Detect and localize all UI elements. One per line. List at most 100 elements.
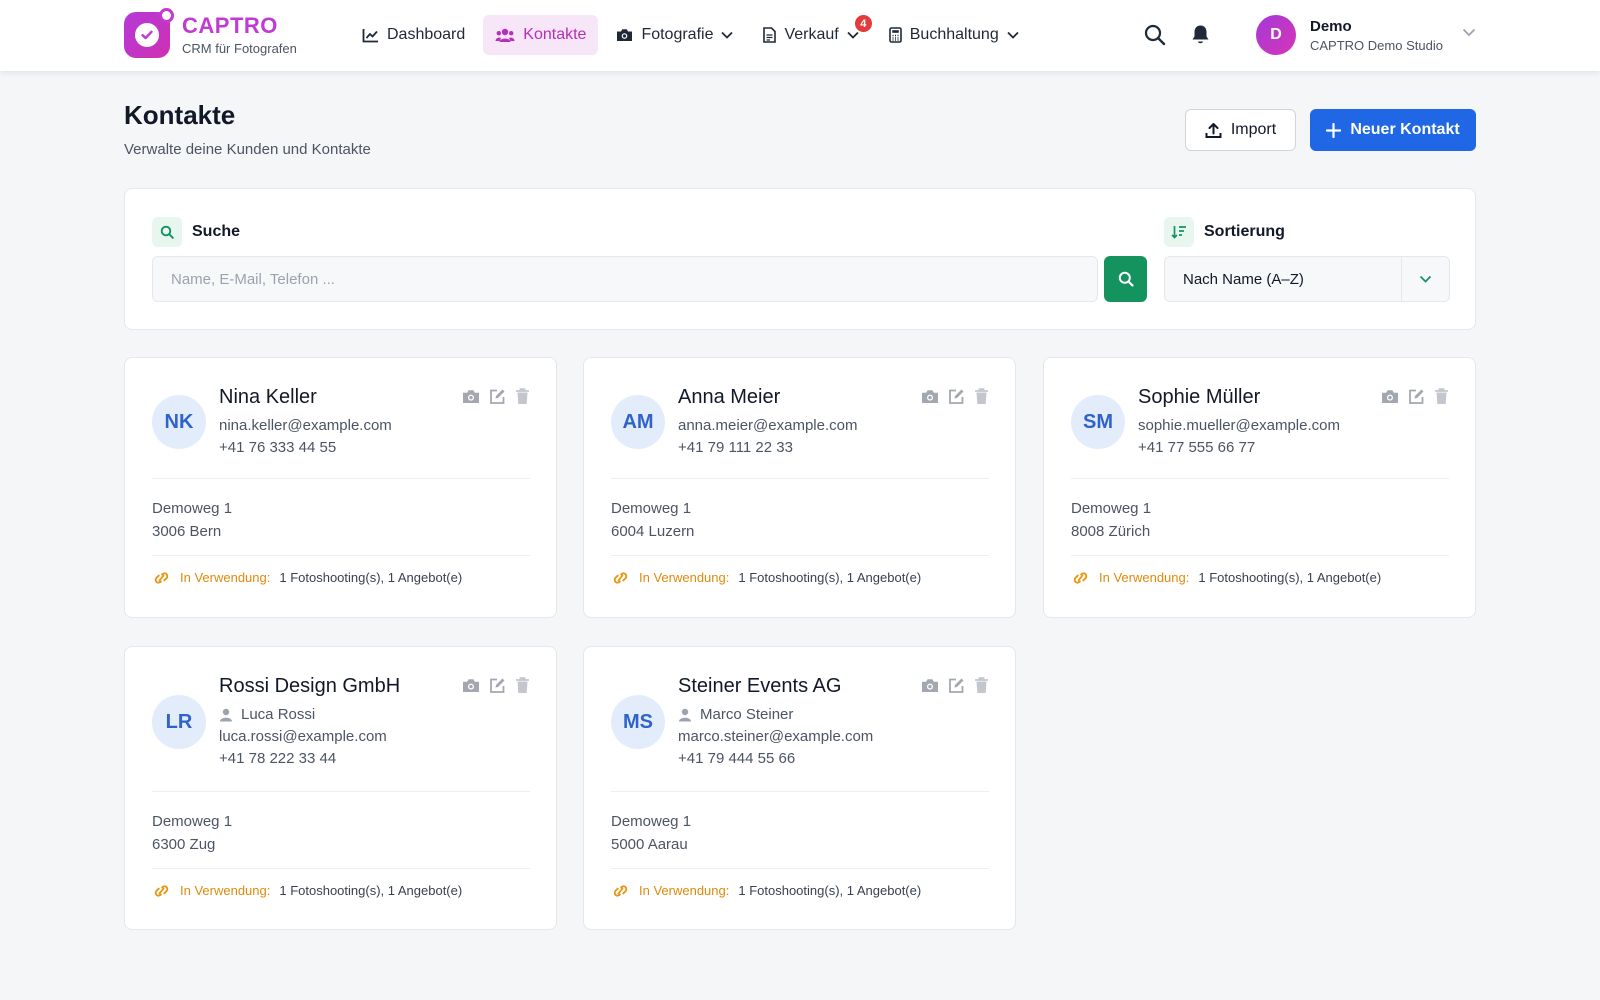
sort-select-value: Nach Name (A–Z): [1183, 270, 1304, 288]
chevron-down-icon[interactable]: [1462, 28, 1476, 37]
contact-card[interactable]: LR Rossi Design GmbH Luca Rossi luca.ros…: [124, 646, 557, 930]
sort-select[interactable]: Nach Name (A–Z): [1164, 256, 1450, 302]
contact-email[interactable]: anna.meier@example.com: [678, 417, 857, 434]
user-icon: [220, 708, 232, 721]
contact-phone[interactable]: +41 76 333 44 55: [219, 439, 336, 456]
plus-icon: [1326, 122, 1342, 138]
import-button[interactable]: Import: [1185, 109, 1296, 151]
search-label: Suche: [152, 217, 240, 247]
edit-icon[interactable]: [948, 388, 965, 405]
contact-avatar: NK: [152, 395, 206, 449]
nav-fotografie[interactable]: Fotografie: [604, 15, 745, 55]
edit-icon[interactable]: [489, 677, 506, 694]
page-title: Kontakte: [124, 100, 236, 130]
link-icon: [154, 884, 169, 897]
user-name: Demo: [1310, 17, 1352, 35]
nav-dashboard[interactable]: Dashboard: [350, 15, 477, 55]
divider: [1071, 478, 1449, 479]
contact-email[interactable]: sophie.mueller@example.com: [1138, 417, 1340, 434]
captro-logo-icon: [124, 8, 174, 58]
users-icon: [495, 28, 515, 42]
usage-details: 1 Fotoshooting(s), 1 Angebot(e): [1198, 570, 1382, 585]
camera-icon[interactable]: [462, 678, 480, 693]
contact-address: Demoweg 1 6004 Luzern: [611, 500, 695, 540]
nav-kontakte-label: Kontakte: [523, 26, 587, 43]
contact-person: Luca Rossi: [219, 706, 315, 723]
nav-buchhaltung[interactable]: Buchhaltung: [877, 15, 1031, 55]
contact-email[interactable]: luca.rossi@example.com: [219, 728, 387, 745]
contact-name[interactable]: Anna Meier: [678, 386, 780, 409]
new-contact-button[interactable]: Neuer Kontakt: [1310, 109, 1476, 151]
usage-info: In Verwendung: 1 Fotoshooting(s), 1 Ange…: [152, 570, 462, 585]
camera-icon[interactable]: [1381, 389, 1399, 404]
contact-name[interactable]: Rossi Design GmbH: [219, 675, 400, 698]
contact-card[interactable]: MS Steiner Events AG Marco Steiner marco…: [583, 646, 1016, 930]
contact-phone[interactable]: +41 78 222 33 44: [219, 750, 336, 767]
nav-buchhaltung-label: Buchhaltung: [909, 26, 999, 43]
camera-icon[interactable]: [921, 389, 939, 404]
contact-phone[interactable]: +41 79 111 22 33: [678, 439, 793, 456]
search-icon: [152, 217, 182, 247]
edit-icon[interactable]: [489, 388, 506, 405]
contact-name[interactable]: Steiner Events AG: [678, 675, 841, 698]
search-icon: [1118, 271, 1134, 287]
edit-icon[interactable]: [1408, 388, 1425, 405]
contact-email[interactable]: marco.steiner@example.com: [678, 728, 873, 745]
divider: [152, 478, 530, 479]
nav-kontakte[interactable]: Kontakte: [483, 15, 599, 55]
card-actions: [912, 677, 989, 694]
contact-card[interactable]: SM Sophie Müller sophie.mueller@example.…: [1043, 357, 1476, 618]
notification-count-badge: 4: [852, 13, 874, 34]
edit-icon[interactable]: [948, 677, 965, 694]
usage-details: 1 Fotoshooting(s), 1 Angebot(e): [738, 883, 922, 898]
trash-icon[interactable]: [1434, 388, 1449, 405]
usage-details: 1 Fotoshooting(s), 1 Angebot(e): [279, 570, 463, 585]
camera-icon[interactable]: [921, 678, 939, 693]
user-menu[interactable]: D Demo CAPTRO Demo Studio: [1256, 15, 1443, 55]
main-nav: Dashboard Kontakte Fotografie Verkauf 4 …: [350, 13, 1037, 55]
page-subtitle: Verwalte deine Kunden und Kontakte: [124, 141, 371, 158]
contact-name[interactable]: Nina Keller: [219, 386, 317, 409]
top-navigation-bar: CAPTRO CRM für Fotografen Dashboard Kont…: [0, 0, 1600, 71]
contact-avatar: MS: [611, 695, 665, 749]
camera-icon[interactable]: [462, 389, 480, 404]
user-icon: [679, 708, 691, 721]
usage-info: In Verwendung: 1 Fotoshooting(s), 1 Ange…: [152, 883, 462, 898]
contact-address: Demoweg 1 8008 Zürich: [1071, 500, 1152, 540]
card-actions: [453, 677, 530, 694]
new-contact-button-label: Neuer Kontakt: [1350, 121, 1460, 138]
document-icon: [763, 27, 777, 43]
sort-label: Sortierung: [1164, 217, 1285, 247]
contact-name[interactable]: Sophie Müller: [1138, 386, 1260, 409]
divider: [611, 478, 989, 479]
divider: [152, 555, 530, 556]
chevron-down-icon[interactable]: [1401, 257, 1449, 301]
contact-email[interactable]: nina.keller@example.com: [219, 417, 392, 434]
contact-phone[interactable]: +41 77 555 66 77: [1138, 439, 1255, 456]
bell-icon[interactable]: [1191, 24, 1210, 50]
calculator-icon: [888, 27, 902, 43]
usage-info: In Verwendung: 1 Fotoshooting(s), 1 Ange…: [611, 570, 921, 585]
card-actions: [912, 388, 989, 405]
usage-label: In Verwendung:: [1099, 570, 1190, 585]
chevron-down-icon: [721, 31, 734, 39]
search-button[interactable]: [1104, 256, 1147, 302]
trash-icon[interactable]: [974, 388, 989, 405]
contact-card[interactable]: AM Anna Meier anna.meier@example.com +41…: [583, 357, 1016, 618]
chart-line-icon: [362, 28, 378, 42]
nav-verkauf[interactable]: Verkauf 4: [751, 13, 874, 55]
contact-phone[interactable]: +41 79 444 55 66: [678, 750, 795, 767]
contact-address: Demoweg 1 3006 Bern: [152, 500, 233, 540]
trash-icon[interactable]: [515, 677, 530, 694]
trash-icon[interactable]: [515, 388, 530, 405]
contact-card[interactable]: NK Nina Keller nina.keller@example.com +…: [124, 357, 557, 618]
brand-name: CAPTRO: [182, 13, 278, 38]
trash-icon[interactable]: [974, 677, 989, 694]
avatar: D: [1256, 15, 1296, 55]
usage-label: In Verwendung:: [639, 570, 730, 585]
search-icon[interactable]: [1144, 24, 1166, 51]
contact-avatar: AM: [611, 395, 665, 449]
brand[interactable]: CAPTRO CRM für Fotografen: [124, 8, 297, 58]
divider: [152, 868, 530, 869]
search-input[interactable]: [152, 256, 1098, 302]
